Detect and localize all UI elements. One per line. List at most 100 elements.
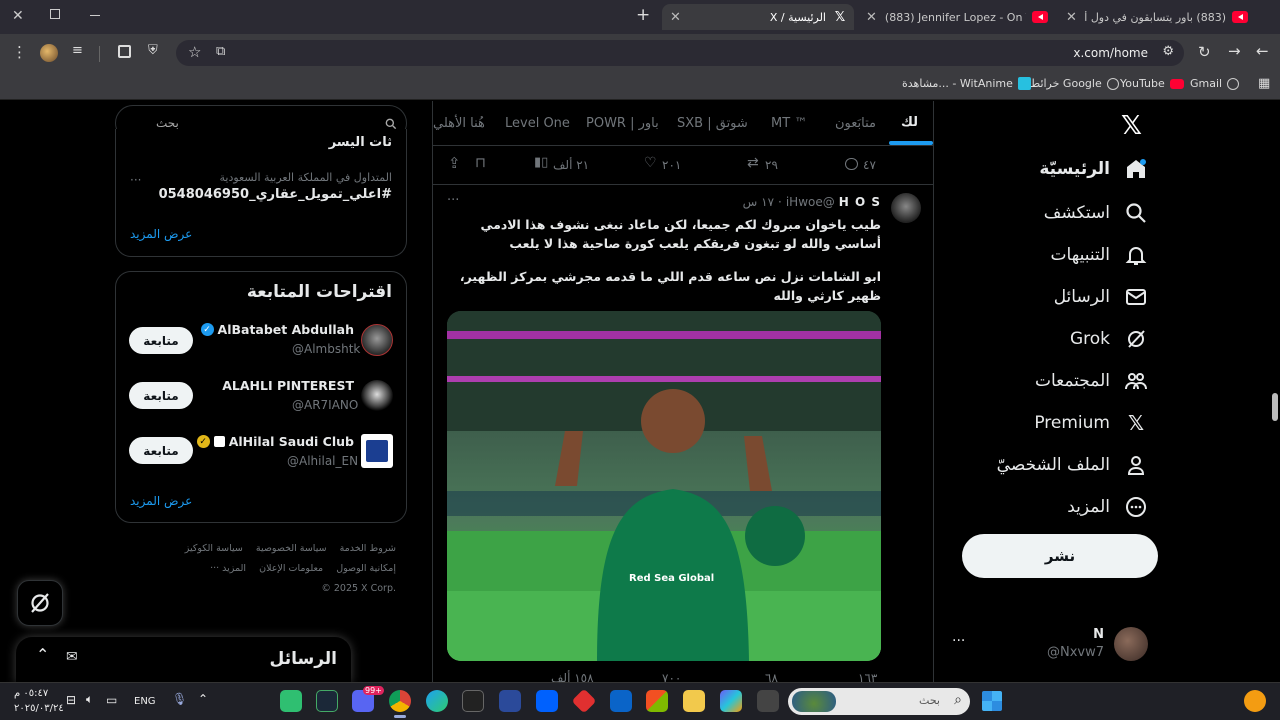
views-count[interactable]: ٢١ ألف bbox=[553, 158, 589, 172]
follow-button[interactable]: متابعة bbox=[129, 382, 193, 409]
suggestion-name[interactable]: AlBatabet Abdullah bbox=[218, 322, 354, 337]
repost-icon[interactable]: ⇄ bbox=[747, 155, 759, 171]
tab-sxb[interactable]: شوتق | SXB bbox=[677, 116, 748, 131]
install-app-icon[interactable]: ⧉ bbox=[216, 44, 225, 59]
trends-show-more[interactable]: عرض المزيد bbox=[130, 227, 192, 241]
network-icon[interactable]: ▭ bbox=[106, 693, 117, 707]
footer-link[interactable]: المزيد ··· bbox=[210, 563, 246, 574]
views-count[interactable]: ١٥٨ ألف bbox=[551, 671, 594, 682]
outlook-icon[interactable] bbox=[610, 690, 632, 712]
repost-count[interactable]: ٢٩ bbox=[765, 158, 778, 172]
x-logo-icon[interactable]: 𝕏 bbox=[1121, 111, 1142, 141]
visual-studio-icon[interactable] bbox=[499, 690, 521, 712]
avatar[interactable] bbox=[361, 324, 393, 356]
sidebar-item-grok[interactable]: Grok bbox=[1070, 327, 1148, 351]
bookmark-google-maps[interactable]: خرائط Google bbox=[1030, 77, 1119, 90]
address-bar[interactable]: ☆ ⧉ x.com/home ⚙ bbox=[176, 40, 1184, 66]
reply-count[interactable]: ٤٧ bbox=[863, 158, 876, 172]
menu-dots-icon[interactable]: ⋮ bbox=[12, 43, 27, 61]
reading-list-icon[interactable]: ≡ bbox=[72, 43, 83, 58]
new-message-icon[interactable]: ✉ bbox=[66, 649, 78, 665]
suggestion-handle[interactable]: @AR7IANO bbox=[292, 398, 358, 412]
grok-app-icon[interactable] bbox=[280, 690, 302, 712]
like-count[interactable]: ٢٠١ bbox=[662, 158, 681, 172]
new-tab-button[interactable]: + bbox=[636, 5, 650, 25]
extensions-icon[interactable] bbox=[118, 45, 131, 58]
tab-level-one[interactable]: Level One bbox=[505, 116, 570, 131]
post-avatar[interactable] bbox=[891, 193, 921, 223]
messages-drawer[interactable]: الرسائل ✉ ⌃ bbox=[16, 637, 351, 682]
widgets-icon[interactable] bbox=[1244, 690, 1266, 712]
follow-button[interactable]: متابعة bbox=[129, 437, 193, 464]
profile-avatar[interactable] bbox=[40, 44, 58, 62]
footer-link[interactable]: معلومات الإعلان bbox=[259, 563, 323, 574]
share-icon[interactable]: ⇪ bbox=[448, 154, 461, 172]
language-indicator[interactable]: ENG bbox=[134, 696, 156, 707]
task-view-icon[interactable] bbox=[757, 690, 779, 712]
sidebar-item-explore[interactable]: استكشف bbox=[1044, 201, 1148, 225]
steam-icon[interactable] bbox=[316, 690, 338, 712]
footer-link[interactable]: سياسة الخصوصية bbox=[256, 543, 327, 554]
all-bookmarks-icon[interactable]: ▦ bbox=[1258, 76, 1270, 91]
close-tab-icon[interactable]: ✕ bbox=[866, 10, 877, 25]
restore-window-button[interactable] bbox=[50, 9, 60, 19]
start-button[interactable] bbox=[982, 691, 1002, 711]
page-scrollbar[interactable] bbox=[1272, 393, 1278, 421]
trend-name[interactable]: #اعلي_تمويل_عقاري_0548046950 bbox=[159, 187, 392, 202]
tab-huna-alahli[interactable]: هُنا الأهلي bbox=[433, 116, 485, 131]
post-author-name[interactable]: H O S bbox=[839, 195, 881, 209]
suggestion-name[interactable]: ALAHLI PINTEREST bbox=[222, 378, 354, 393]
sidebar-item-more[interactable]: المزيد bbox=[1067, 495, 1148, 519]
expand-icon[interactable]: ⌃ bbox=[36, 645, 49, 664]
close-window-button[interactable]: ✕ bbox=[12, 8, 24, 24]
reload-icon[interactable]: ↻ bbox=[1198, 43, 1211, 61]
post-more-icon[interactable]: ··· bbox=[447, 193, 459, 208]
follow-button[interactable]: متابعة bbox=[129, 327, 193, 354]
tab-youtube-power[interactable]: (883) باور يتسابقون في دول أورو ✕ bbox=[1058, 4, 1254, 30]
bookmark-gmail[interactable]: Gmail bbox=[1190, 77, 1240, 90]
alhilal-logo[interactable] bbox=[361, 434, 393, 468]
sidebar-item-home[interactable]: الرئيسيّة bbox=[1039, 157, 1148, 181]
sidebar-item-premium[interactable]: 𝕏 Premium bbox=[1034, 411, 1148, 435]
back-arrow-icon[interactable]: → bbox=[1228, 42, 1241, 60]
chevron-up-icon[interactable]: ⌃ bbox=[198, 692, 208, 706]
edge-icon[interactable] bbox=[426, 690, 448, 712]
reply-count[interactable]: ١٦٣ bbox=[858, 671, 877, 682]
more-dots-icon[interactable]: ··· bbox=[952, 633, 965, 649]
minimize-window-button[interactable] bbox=[90, 15, 100, 16]
post-time[interactable]: ١٧ س bbox=[743, 195, 774, 209]
tab-following[interactable]: متابَعون bbox=[835, 116, 876, 131]
follow-show-more[interactable]: عرض المزيد bbox=[130, 494, 192, 508]
post-button[interactable]: نشر bbox=[962, 534, 1158, 578]
file-explorer-icon[interactable] bbox=[683, 690, 705, 712]
post-author-handle[interactable]: @iHwoe bbox=[786, 195, 835, 209]
footer-link[interactable]: إمكانية الوصول bbox=[336, 563, 396, 574]
avatar[interactable] bbox=[361, 380, 393, 412]
shield-icon[interactable]: ⛨ bbox=[148, 43, 158, 58]
grok-floating-button[interactable] bbox=[17, 580, 63, 626]
sidebar-item-communities[interactable]: المجتمعات bbox=[1035, 369, 1148, 393]
sidebar-item-messages[interactable]: الرسائل bbox=[1054, 285, 1148, 309]
volume-icon[interactable]: 🔈︎ bbox=[86, 692, 93, 707]
footer-link[interactable]: سياسة الكوكيز bbox=[185, 543, 243, 554]
store-icon[interactable] bbox=[646, 690, 668, 712]
account-switcher[interactable]: N @Nxvw7 ··· bbox=[950, 621, 1150, 669]
taskbar-time[interactable]: ٠٥:٤٧ م bbox=[14, 688, 48, 699]
bookmark-star-icon[interactable]: ☆ bbox=[188, 43, 201, 61]
search-input[interactable]: بحث bbox=[156, 116, 396, 130]
forward-arrow-icon[interactable]: ← bbox=[1256, 42, 1269, 60]
microphone-icon[interactable]: 🎙︎ bbox=[172, 692, 187, 706]
chrome-icon[interactable] bbox=[389, 690, 411, 712]
tab-x-home[interactable]: 𝕏 الرئيسية / X ✕ bbox=[662, 4, 854, 30]
sidebar-item-profile[interactable]: الملف الشخصيّ bbox=[997, 453, 1148, 477]
sidebar-item-notifications[interactable]: التنبيهات bbox=[1051, 243, 1148, 267]
post-image[interactable]: Red Sea Global bbox=[447, 311, 881, 661]
trend-more-icon[interactable]: ··· bbox=[130, 173, 141, 187]
tab-mt[interactable]: MT ™ bbox=[771, 116, 807, 131]
heart-icon[interactable]: ♡ bbox=[644, 155, 657, 171]
footer-link[interactable]: شروط الخدمة bbox=[340, 543, 396, 554]
reply-icon[interactable] bbox=[845, 158, 858, 170]
suggestion-handle[interactable]: @Almbshtk bbox=[292, 342, 360, 356]
tab-powr[interactable]: باور | POWR bbox=[586, 116, 659, 131]
taskbar-search[interactable]: بحث ⌕ bbox=[788, 688, 970, 715]
